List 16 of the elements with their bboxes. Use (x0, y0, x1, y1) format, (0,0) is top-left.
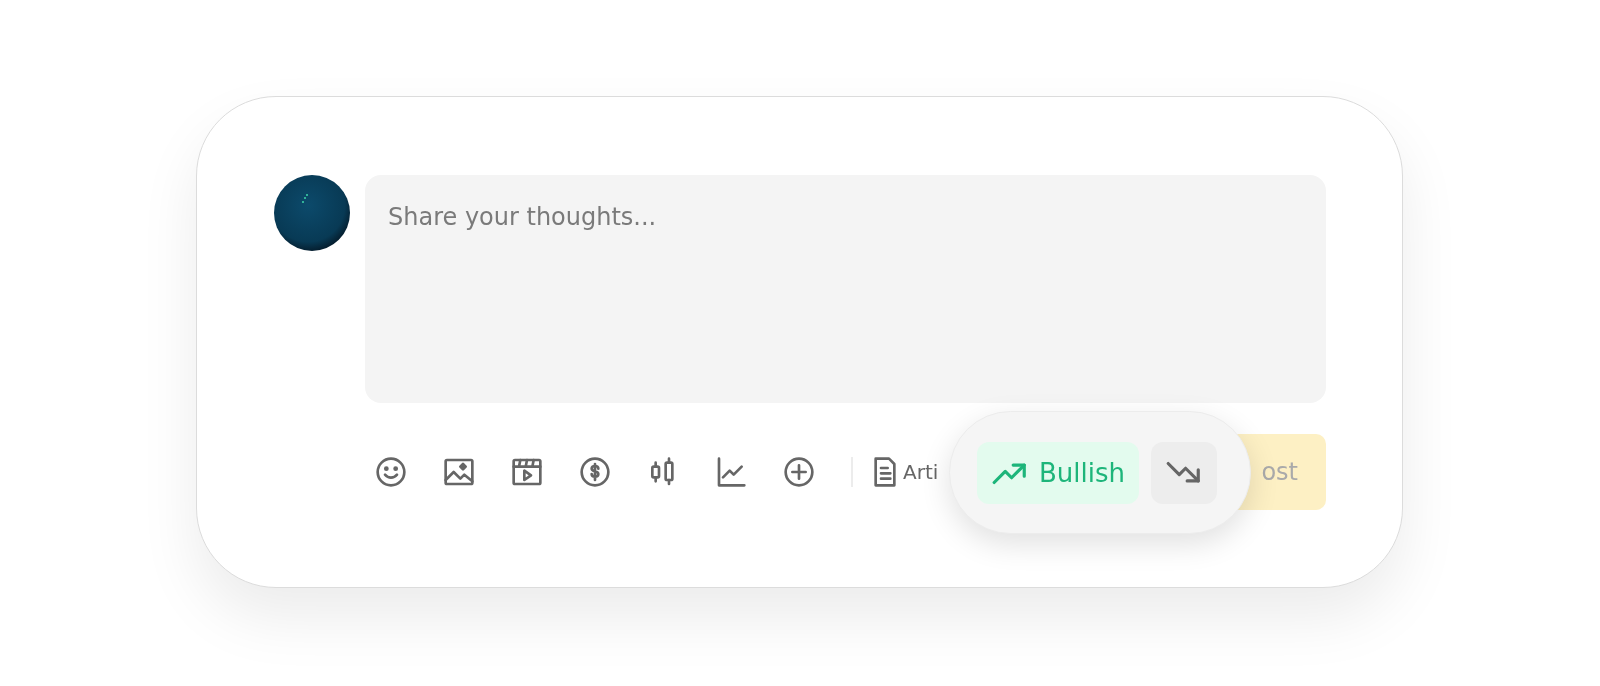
bearish-button[interactable] (1151, 441, 1217, 504)
dollar-button[interactable] (579, 456, 611, 488)
line-chart-icon (715, 456, 747, 488)
smiley-button[interactable] (375, 456, 407, 488)
article-button[interactable]: Arti (869, 456, 939, 488)
smiley-icon (375, 456, 407, 488)
video-button[interactable] (511, 456, 543, 488)
image-button[interactable] (443, 456, 475, 488)
bullish-button[interactable]: Bullish (977, 441, 1139, 504)
plus-icon (783, 456, 815, 488)
dollar-icon (579, 456, 611, 488)
line-chart-button[interactable] (715, 456, 747, 488)
post-text-field[interactable]: Share your thoughts... (365, 175, 1326, 403)
image-icon (443, 456, 475, 488)
plus-button[interactable] (783, 456, 815, 488)
video-icon (511, 456, 543, 488)
